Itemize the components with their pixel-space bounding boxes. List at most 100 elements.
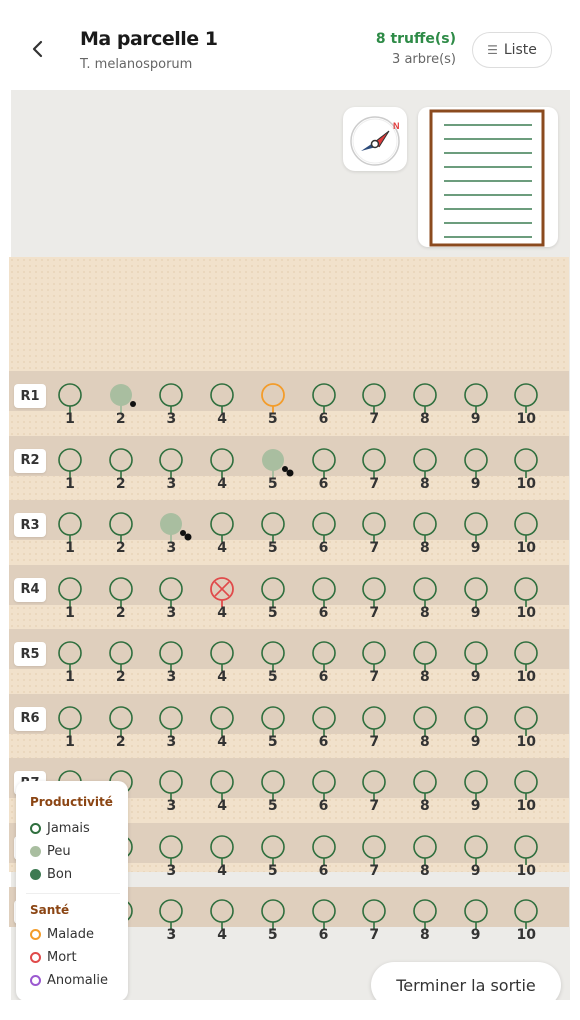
tree-r3-1[interactable]: 1	[55, 512, 85, 558]
tree-r9-3[interactable]: 3	[156, 899, 186, 945]
tree-r5-3[interactable]: 3	[156, 641, 186, 687]
tree-number: 3	[166, 798, 177, 814]
tree-r4-6[interactable]: 6	[309, 576, 339, 623]
tree-r4-3[interactable]: 3	[156, 576, 186, 623]
tree-r4-5[interactable]: 5	[258, 576, 288, 623]
tree-r9-7[interactable]: 7	[359, 899, 389, 945]
tree-r4-4[interactable]: 4	[207, 576, 237, 623]
tree-number: 2	[115, 733, 126, 750]
compass-button[interactable]: N	[343, 107, 407, 171]
tree-r9-4[interactable]: 4	[207, 899, 237, 945]
tree-r3-5[interactable]: 5	[258, 512, 288, 558]
tree-r2-9[interactable]: 9	[461, 447, 491, 494]
notebook-button[interactable]	[418, 107, 558, 247]
tree-r2-2[interactable]: 2	[106, 447, 136, 494]
tree-r2-10[interactable]: 10	[511, 447, 541, 494]
legend-productivity-title: Productivité	[30, 795, 113, 809]
tree-r1-2[interactable]: 2	[106, 383, 136, 429]
tree-number: 5	[267, 411, 278, 427]
tree-r3-6[interactable]: 6	[309, 512, 339, 558]
tree-r8-9[interactable]: 9	[461, 834, 491, 881]
tree-r4-7[interactable]: 7	[359, 576, 389, 623]
tree-r1-4[interactable]: 4	[207, 383, 237, 429]
tree-r2-7[interactable]: 7	[359, 447, 389, 494]
tree-r6-3[interactable]: 3	[156, 705, 186, 752]
tree-r5-8[interactable]: 8	[410, 641, 440, 687]
tree-r2-5[interactable]: 5	[258, 448, 294, 494]
tree-r9-10[interactable]: 10	[511, 899, 541, 945]
tree-r8-6[interactable]: 6	[309, 834, 339, 881]
tree-r9-9[interactable]: 9	[461, 899, 491, 945]
tree-r8-5[interactable]: 5	[258, 834, 288, 881]
header: Ma parcelle 1 T. melanosporum 8 truffe(s…	[0, 0, 580, 90]
tree-r5-4[interactable]: 4	[207, 641, 237, 687]
tree-r1-9[interactable]: 9	[461, 383, 491, 429]
tree-number: 5	[267, 475, 278, 492]
tree-r4-1[interactable]: 1	[55, 576, 85, 623]
tree-r9-5[interactable]: 5	[258, 899, 288, 945]
tree-r1-6[interactable]: 6	[309, 383, 339, 429]
list-button[interactable]: ☰ Liste	[472, 32, 552, 68]
tree-r6-1[interactable]: 1	[55, 705, 85, 752]
tree-r2-3[interactable]: 3	[156, 447, 186, 494]
back-button[interactable]	[26, 34, 52, 64]
tree-r1-7[interactable]: 7	[359, 383, 389, 429]
tree-r6-8[interactable]: 8	[410, 705, 440, 752]
tree-r1-8[interactable]: 8	[410, 383, 440, 429]
tree-r6-2[interactable]: 2	[106, 705, 136, 752]
tree-r9-8[interactable]: 8	[410, 899, 440, 945]
tree-r4-10[interactable]: 10	[511, 576, 541, 623]
tree-r5-10[interactable]: 10	[511, 641, 541, 687]
tree-r8-3[interactable]: 3	[156, 834, 186, 881]
tree-r7-5[interactable]: 5	[258, 770, 288, 816]
tree-r7-3[interactable]: 3	[156, 770, 186, 816]
tree-r5-1[interactable]: 1	[55, 641, 85, 687]
tree-r4-2[interactable]: 2	[106, 576, 136, 623]
tree-r6-6[interactable]: 6	[309, 705, 339, 752]
tree-r9-6[interactable]: 6	[309, 899, 339, 945]
tree-r7-8[interactable]: 8	[410, 770, 440, 816]
tree-r6-7[interactable]: 7	[359, 705, 389, 752]
tree-r8-10[interactable]: 10	[511, 834, 541, 881]
tree-r6-10[interactable]: 10	[511, 705, 541, 752]
legend-dot-mort	[30, 952, 41, 963]
tree-number: 5	[267, 733, 278, 750]
tree-r5-7[interactable]: 7	[359, 641, 389, 687]
tree-r7-4[interactable]: 4	[207, 770, 237, 816]
tree-r7-10[interactable]: 10	[511, 770, 541, 816]
tree-r2-4[interactable]: 4	[207, 447, 237, 494]
tree-r3-10[interactable]: 10	[511, 512, 541, 558]
tree-r6-5[interactable]: 5	[258, 705, 288, 752]
tree-r6-9[interactable]: 9	[461, 705, 491, 752]
tree-r8-7[interactable]: 7	[359, 834, 389, 881]
tree-r2-1[interactable]: 1	[55, 447, 85, 494]
tree-r3-9[interactable]: 9	[461, 512, 491, 558]
tree-r8-4[interactable]: 4	[207, 834, 237, 881]
tree-r5-9[interactable]: 9	[461, 641, 491, 687]
tree-r5-6[interactable]: 6	[309, 641, 339, 687]
tree-number: 1	[65, 733, 75, 750]
tree-r7-9[interactable]: 9	[461, 770, 491, 816]
tree-r3-8[interactable]: 8	[410, 512, 440, 558]
tree-r4-8[interactable]: 8	[410, 576, 440, 623]
tree-r1-5[interactable]: 5	[258, 383, 288, 429]
tree-r1-10[interactable]: 10	[511, 383, 541, 429]
tree-r5-5[interactable]: 5	[258, 641, 288, 687]
tree-r3-7[interactable]: 7	[359, 512, 389, 558]
tree-r1-3[interactable]: 3	[156, 383, 186, 429]
tree-r1-1[interactable]: 1	[55, 383, 85, 429]
tree-r2-6[interactable]: 6	[309, 447, 339, 494]
tree-r3-4[interactable]: 4	[207, 512, 237, 558]
tree-number: 3	[166, 604, 177, 621]
tree-r6-4[interactable]: 4	[207, 705, 237, 752]
tree-icon	[413, 705, 437, 736]
tree-number: 9	[470, 927, 481, 943]
tree-r2-8[interactable]: 8	[410, 447, 440, 494]
tree-r8-8[interactable]: 8	[410, 834, 440, 881]
tree-r7-6[interactable]: 6	[309, 770, 339, 816]
tree-r7-7[interactable]: 7	[359, 770, 389, 816]
tree-r4-9[interactable]: 9	[461, 576, 491, 623]
tree-r3-3[interactable]: 3	[156, 512, 192, 558]
tree-r5-2[interactable]: 2	[106, 641, 136, 687]
tree-r3-2[interactable]: 2	[106, 512, 136, 558]
